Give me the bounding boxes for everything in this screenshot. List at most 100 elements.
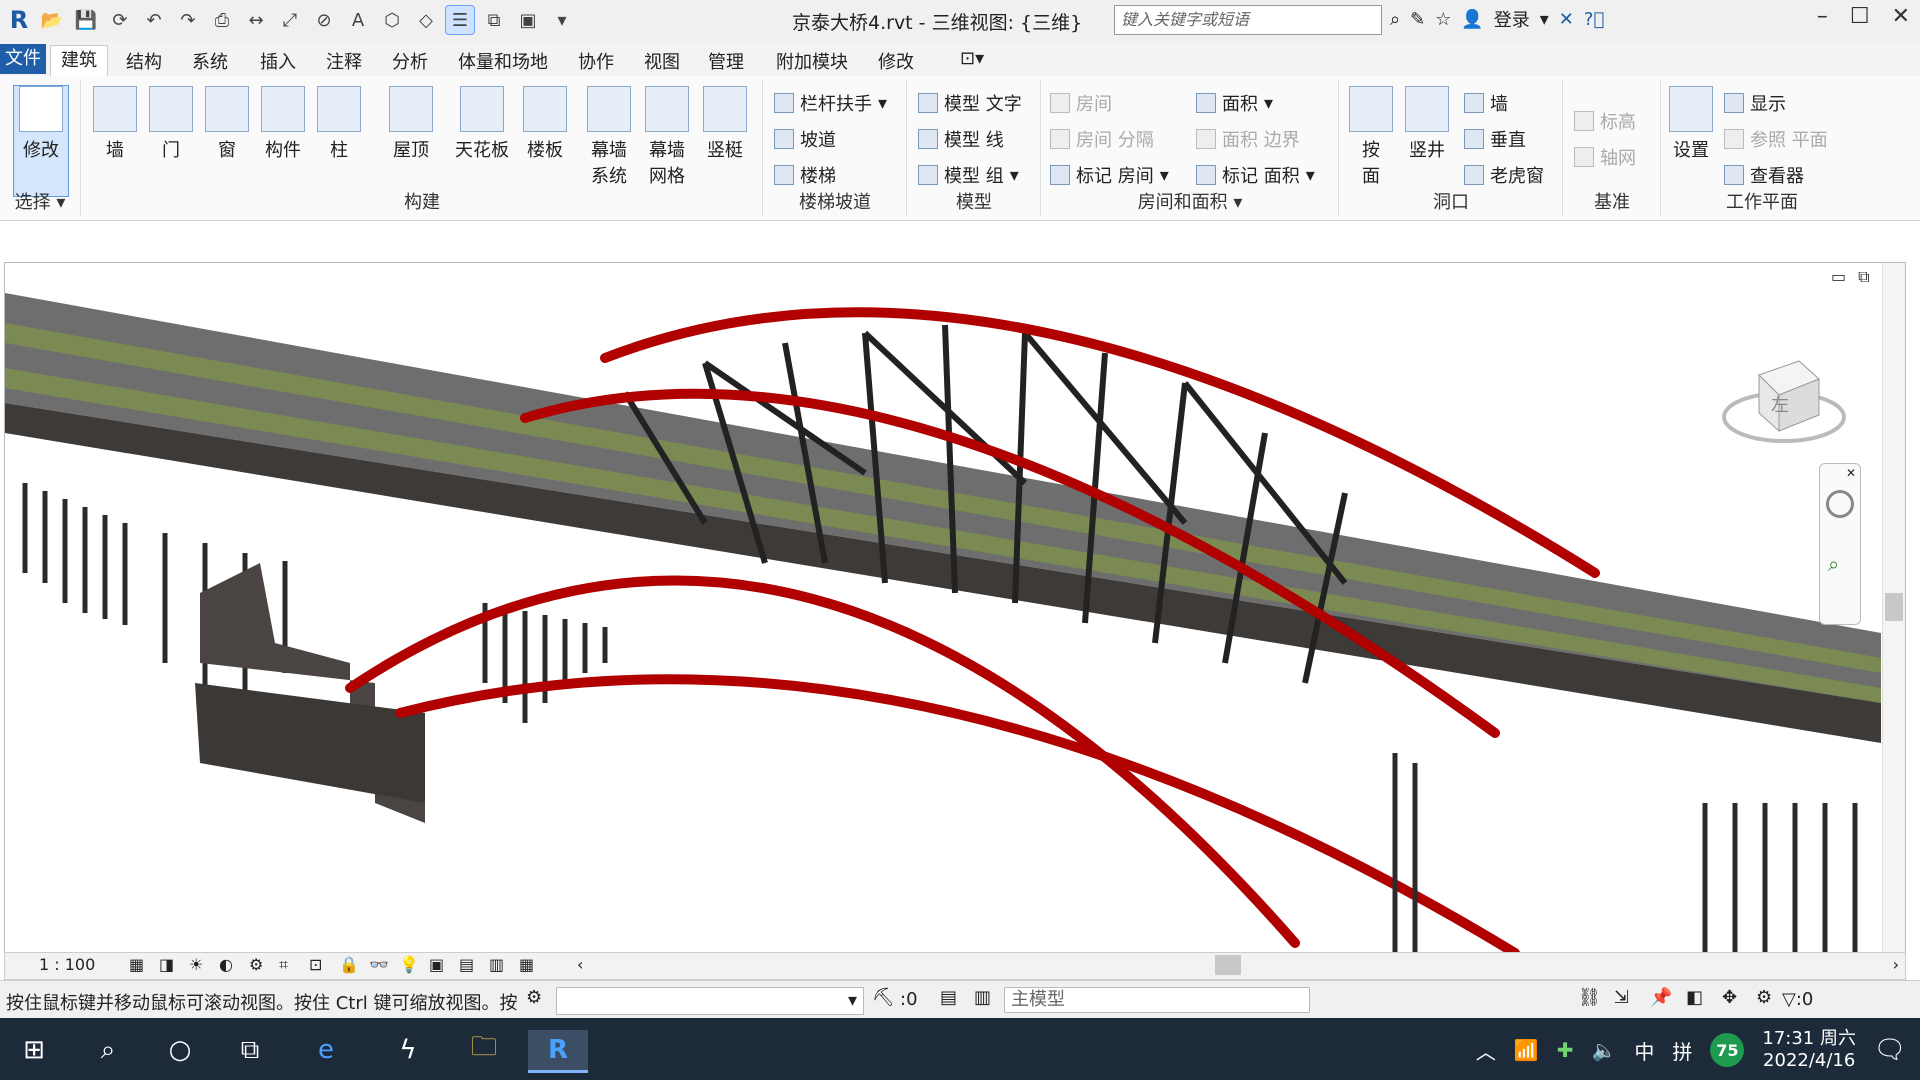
measure-icon[interactable]: ↔ (242, 6, 270, 34)
sun-path-icon[interactable]: ☀ (189, 955, 203, 974)
column-button[interactable]: 柱 (312, 86, 366, 162)
system-clock[interactable]: 17:31 周六 2022/4/16 (1762, 1028, 1856, 1072)
print-icon[interactable]: ⎙ (208, 6, 236, 34)
tab-annotate[interactable]: 注释 (326, 48, 362, 74)
roof-button[interactable]: 屋顶 (384, 86, 438, 162)
tab-structure[interactable]: 结构 (126, 48, 162, 74)
set-workplane-button[interactable]: 设置 (1664, 86, 1718, 162)
section-icon[interactable]: ◇ (412, 6, 440, 34)
filter-icon[interactable]: ▽:0 (1782, 989, 1813, 1010)
scroll-left-icon[interactable]: ‹ (577, 955, 583, 974)
vertical-opening-button[interactable]: 垂直 (1464, 126, 1526, 152)
tab-insert[interactable]: 插入 (260, 48, 296, 74)
editable-only-icon[interactable]: ⛏ (872, 987, 895, 1008)
window-button[interactable]: 窗 (200, 86, 254, 162)
customize-qat-icon[interactable]: ▾ (548, 6, 576, 34)
sync-icon[interactable]: ⟳ (106, 6, 134, 34)
panel-select-label[interactable]: 选择 ▾ (0, 188, 80, 214)
floor-button[interactable]: 楼板 (518, 86, 572, 162)
tab-analyze[interactable]: 分析 (392, 48, 428, 74)
stair-button[interactable]: 楼梯 (774, 162, 836, 188)
file-explorer-icon[interactable]: 🗀 (464, 1030, 504, 1070)
security-badge[interactable]: 75 (1710, 1033, 1745, 1067)
ramp-button[interactable]: 坡道 (774, 126, 836, 152)
subscription-icon[interactable]: ✎ (1410, 9, 1425, 30)
favorites-icon[interactable]: ☆ (1435, 9, 1451, 30)
horizontal-scrollbar-thumb[interactable] (1215, 955, 1241, 975)
cortana-icon[interactable]: ○ (160, 1030, 200, 1070)
design-option-select[interactable]: 主模型 (1004, 987, 1310, 1013)
app-lightning-icon[interactable]: ϟ (388, 1030, 428, 1070)
drag-select-icon[interactable]: ✥ (1722, 987, 1737, 1008)
component-button[interactable]: 构件 (256, 86, 310, 162)
panel-room-area-label[interactable]: 房间和面积 ▾ (1042, 188, 1338, 214)
highlight-displacement-icon[interactable]: ▥ (489, 955, 504, 974)
view-scale[interactable]: 1 : 100 (39, 955, 95, 974)
volume-icon[interactable]: 🔈 (1591, 1038, 1616, 1062)
tray-expand-icon[interactable]: ︿ (1476, 1036, 1496, 1065)
vertical-scrollbar[interactable] (1882, 263, 1905, 953)
zoom-icon[interactable]: ⌕ (1828, 552, 1839, 576)
windows-start-icon[interactable]: ⊞ (14, 1030, 54, 1070)
wall-opening-button[interactable]: 墙 (1464, 90, 1508, 116)
tab-view[interactable]: 视图 (644, 48, 680, 74)
tab-modify[interactable]: 修改 (878, 48, 914, 74)
railing-button[interactable]: 栏杆扶手 ▾ (774, 90, 887, 116)
scroll-right-icon[interactable]: › (1893, 955, 1899, 974)
help-icon[interactable]: ?⃝ (1584, 9, 1604, 30)
close-hidden-icon[interactable]: ⧉ (480, 6, 508, 34)
design-options-icon[interactable]: ▤ (940, 987, 957, 1008)
app-tray-icon[interactable]: ✚ (1557, 1038, 1574, 1062)
workset-select[interactable]: ▾ (556, 987, 864, 1015)
model-group-button[interactable]: 模型 组 ▾ (918, 162, 1019, 188)
thin-lines-icon[interactable]: ☰ (445, 5, 475, 35)
exchange-icon[interactable]: ✕ (1559, 9, 1574, 30)
door-button[interactable]: 门 (144, 86, 198, 162)
show-crop-icon[interactable]: ⊡ (309, 955, 322, 974)
open-icon[interactable]: 📂 (38, 6, 66, 34)
text-icon[interactable]: A (344, 6, 372, 34)
viewer-button[interactable]: 查看器 (1724, 162, 1804, 188)
tab-file[interactable]: 文件 (0, 44, 46, 74)
dimension-icon[interactable]: ⤢ (276, 6, 304, 34)
by-face-button[interactable]: 按 面 (1344, 86, 1398, 188)
search-input[interactable]: 键入关键字或短语 (1114, 5, 1382, 35)
underlay-select-icon[interactable]: ⇲ (1614, 987, 1629, 1008)
viewcube[interactable]: 左 (1719, 345, 1849, 455)
tab-manage[interactable]: 管理 (708, 48, 744, 74)
ime-pinyin[interactable]: 拼 (1672, 1036, 1692, 1065)
scrollbar-thumb[interactable] (1885, 593, 1903, 621)
wifi-icon[interactable]: 📶 (1514, 1038, 1539, 1062)
taskbar-search-icon[interactable]: ⌕ (88, 1030, 128, 1070)
reveal-hidden-icon[interactable]: 💡 (399, 955, 419, 974)
login-dropdown-icon[interactable]: ▾ (1540, 9, 1549, 30)
minimize-icon[interactable]: – (1817, 4, 1828, 29)
crop-view-icon[interactable]: ⌗ (279, 955, 288, 975)
room-button[interactable]: 房间 (1050, 90, 1112, 116)
binoculars-icon[interactable]: ⌕ (1390, 9, 1400, 30)
level-button[interactable]: 标高 (1574, 108, 1636, 134)
wall-button[interactable]: 墙 (88, 86, 142, 162)
temp-view-props-icon[interactable]: ▣ (429, 955, 444, 974)
internet-explorer-icon[interactable]: e (306, 1030, 346, 1070)
curtain-grid-button[interactable]: 幕墙 网格 (640, 86, 694, 188)
tag-area-button[interactable]: 标记 面积 ▾ (1196, 162, 1315, 188)
tab-addins[interactable]: 附加模块 (776, 48, 848, 74)
user-icon[interactable]: 👤 (1461, 9, 1483, 30)
link-select-icon[interactable]: ⛓ (1578, 987, 1601, 1008)
curtain-system-button[interactable]: 幕墙 系统 (582, 86, 636, 188)
view-restore-icon[interactable]: ⧉ (1858, 267, 1869, 287)
mullion-button[interactable]: 竖梃 (698, 86, 752, 162)
room-separator-button[interactable]: 房间 分隔 (1050, 126, 1154, 152)
visual-style-icon[interactable]: ◨ (159, 955, 174, 974)
bridge-model[interactable] (5, 263, 1881, 953)
model-line-button[interactable]: 模型 线 (918, 126, 1004, 152)
task-view-icon[interactable]: ⧉ (230, 1030, 270, 1070)
model-text-button[interactable]: 模型 文字 (918, 90, 1022, 116)
pinned-select-icon[interactable]: 📌 (1650, 987, 1672, 1008)
save-icon[interactable]: 💾 (72, 6, 100, 34)
nav-close-icon[interactable]: ✕ (1846, 466, 1856, 480)
tag-icon[interactable]: ⊘ (310, 6, 338, 34)
tag-room-button[interactable]: 标记 房间 ▾ (1050, 162, 1169, 188)
active-option-icon[interactable]: ▥ (974, 987, 991, 1008)
